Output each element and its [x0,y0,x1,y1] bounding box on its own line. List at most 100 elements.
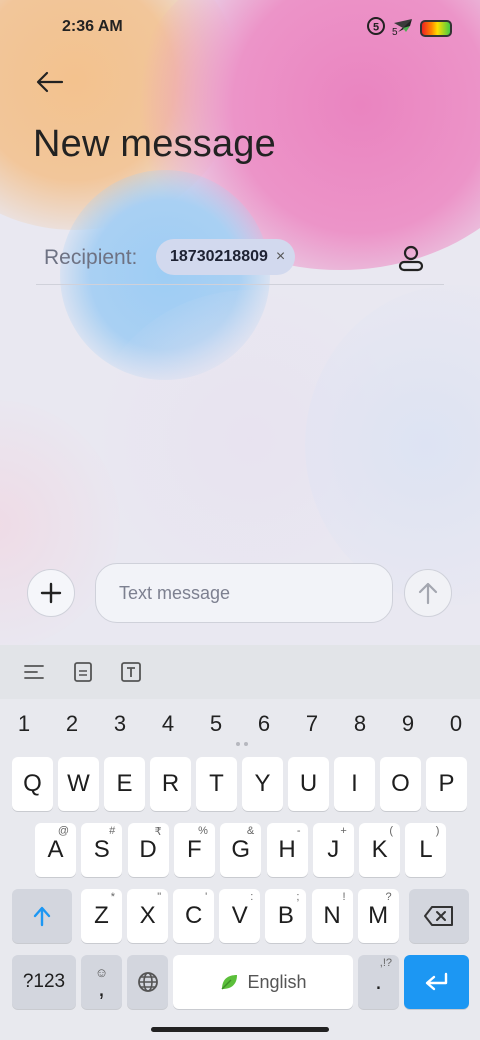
recipient-row: Recipient: 18730218809 × [36,234,444,285]
period-hint: ,!? [379,957,392,969]
key-s[interactable]: # S [81,823,123,877]
signal-icon: 5 [390,16,416,41]
space-key[interactable]: English [173,955,353,1009]
key-o[interactable]: O [380,757,421,811]
text-format-icon[interactable] [118,659,144,685]
contact-picker-button[interactable] [394,241,428,275]
key-w[interactable]: W [58,757,99,811]
language-key[interactable] [127,955,168,1009]
battery-icon [420,20,452,37]
key-q[interactable]: Q [12,757,53,811]
key-label: N [323,902,341,929]
shift-key[interactable] [12,889,72,943]
key-hint: + [340,825,347,837]
key-label: L [419,836,433,863]
key-j[interactable]: + J [312,823,354,877]
key-hint: ! [342,891,346,903]
comma-label: , [98,975,105,1002]
number-key-1[interactable]: 1 [4,707,44,741]
recipient-label: Recipient: [44,246,138,269]
send-button[interactable] [404,569,452,617]
text-message-input[interactable]: Text message [95,563,393,623]
key-label: W [67,770,90,797]
key-hint: ; [296,891,300,903]
leaf-icon [221,975,238,990]
key-label: B [277,902,294,929]
enter-key[interactable] [404,955,469,1009]
navigation-bar [0,1020,480,1040]
keyboard-toolbar [0,645,480,699]
key-r[interactable]: R [150,757,191,811]
key-label: J [327,836,340,863]
recipient-chip-text: 18730218809 [170,248,268,265]
shift-arrow-icon [33,906,51,927]
number-key-0[interactable]: 0 [436,707,476,741]
number-key-9[interactable]: 9 [388,707,428,741]
key-label: H [278,836,296,863]
key-f[interactable]: % F [173,823,215,877]
back-button[interactable] [30,62,70,102]
key-hint: ? [385,891,392,903]
key-e[interactable]: E [104,757,145,811]
key-hint: # [109,825,116,837]
key-label: C [185,902,203,929]
key-d[interactable]: ₹ D [127,823,169,877]
key-l[interactable]: ) L [405,823,447,877]
key-label: G [231,836,251,863]
comma-key[interactable]: ☺ , [81,955,122,1009]
key-t[interactable]: T [196,757,237,811]
number-key-5[interactable]: 5 [196,707,236,741]
key-label: R [161,770,180,797]
key-h[interactable]: -H [266,823,308,877]
key-hint: ) [435,825,440,837]
key-x[interactable]: " X [127,889,169,943]
key-label: O [391,770,410,797]
key-label: F [187,836,202,863]
backspace-key[interactable] [409,889,469,943]
number-key-7[interactable]: 7 [292,707,332,741]
key-hint: ₹ [154,826,162,838]
key-u[interactable]: U [288,757,329,811]
key-label: T [209,770,224,797]
clipboard-icon[interactable] [70,659,96,685]
key-label: M [368,902,389,929]
key-label: Q [23,770,42,797]
close-icon[interactable]: × [276,249,285,265]
number-key-2[interactable]: 2 [52,707,92,741]
key-label: S [93,836,110,863]
key-y[interactable]: Y [242,757,283,811]
globe-icon [137,972,158,992]
plus-icon [40,582,62,604]
space-label: English [247,971,307,992]
key-b[interactable]: ; B [265,889,307,943]
arrow-up-icon [418,582,438,605]
key-z[interactable]: * Z [81,889,122,943]
key-a[interactable]: @ A [35,823,76,877]
key-v[interactable]: :V [219,889,261,943]
period-key[interactable]: ,!? . [358,955,399,1009]
number-key-6[interactable]: 6 [244,707,284,741]
key-g[interactable]: & G [220,823,262,877]
key-k[interactable]: (K [359,823,401,877]
key-c[interactable]: ' C [173,889,215,943]
key-m[interactable]: ? M [357,889,399,943]
key-hint: ( [389,825,394,837]
key-hint: * [110,891,115,903]
number-key-8[interactable]: 8 [340,707,380,741]
recipient-chip[interactable]: 18730218809 × [156,239,296,275]
key-n[interactable]: ! N [311,889,353,943]
key-hint: @ [57,825,69,837]
screen: 2:36 AM 5 5 New message Recipient: 18730… [0,0,480,1040]
symbols-key[interactable]: ?123 [12,955,76,1009]
number-key-4[interactable]: 4 [148,707,188,741]
key-label: P [438,770,455,797]
add-attachment-button[interactable] [27,569,75,617]
text-align-icon[interactable] [21,659,47,685]
key-p[interactable]: P [426,757,467,811]
key-i[interactable]: I [334,757,375,811]
home-indicator[interactable] [151,1027,329,1032]
sim-badge-text: 5 [373,22,379,34]
contact-icon [398,245,424,272]
number-key-3[interactable]: 3 [100,707,140,741]
compose-bar: Text message [0,540,480,645]
